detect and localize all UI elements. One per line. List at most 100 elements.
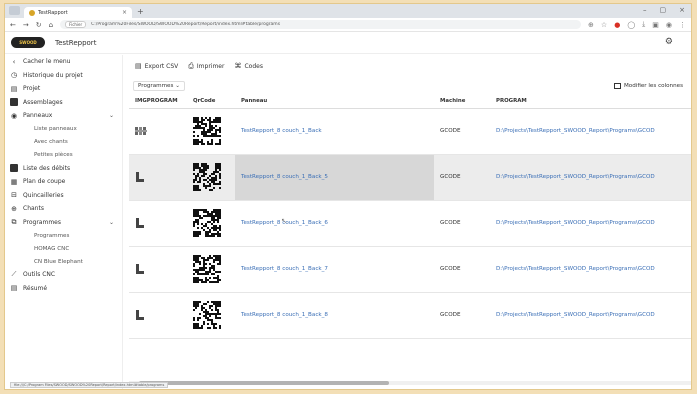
sidebar-item-plan-de-coupe[interactable]: ▦ Plan de coupe [5,175,122,189]
program-thumbnail [129,154,187,201]
sidebar-item-chants[interactable]: ⊕ Chants [5,202,122,216]
panel-cell[interactable]: TestRepport_8 couch_1_Back_5 [235,154,434,201]
panel-cell[interactable]: TestRepport_8 couch_1_Back_8 [235,292,434,339]
sidebar-item-programmes[interactable]: ⧉ Programmes ⌄ [5,216,122,230]
panel-cell[interactable]: TestRepport_8 couch_1_Back_6 [235,200,434,247]
new-tab-button[interactable]: + [137,7,144,16]
window-menu-button[interactable] [9,6,20,15]
forward-icon[interactable]: → [23,21,29,29]
machine-cell: GCODE [434,154,490,201]
history-icon: ◷ [10,71,18,80]
program-select[interactable]: Programmes ⌄ [133,81,185,91]
qr-code [187,108,235,155]
sync-icon[interactable]: ◯ [627,21,635,29]
tab-title: TestRapport [38,9,68,16]
sidebar-subitem-petites-pieces[interactable]: Petites pièces [5,149,122,162]
column-header-program[interactable]: PROGRAM [490,95,691,109]
panel-link[interactable]: TestRepport_8 couch_1_Back_8 [241,312,328,318]
more-icon[interactable]: ⋮ [679,21,686,29]
download-icon[interactable]: ⤓ [642,20,645,29]
sidebar-item-historique[interactable]: ◷ Historique du projet [5,69,122,83]
sidebar-subitem-homag-cnc[interactable]: HOMAG CNC [5,242,122,255]
program-path-link[interactable]: D:\Projects\TestRepport_SWOOD_Report\Pro… [496,312,655,318]
codes-icon: ⌘ [234,62,242,70]
chevron-down-icon: ⌄ [175,83,180,89]
column-header-qrcode[interactable]: QrCode [187,95,235,109]
chevron-down-icon: ⌄ [108,112,114,120]
url-field[interactable]: Fichier C:/Program%20Files/SWOOD/SWOOD%2… [60,20,582,29]
edges-icon: ⊕ [11,204,17,213]
panel-link[interactable]: TestRepport_8 couch_1_Back [241,128,322,134]
panel-cell[interactable]: TestRepport_8 couch_1_Back [235,108,434,155]
sidebar-item-label: Panneaux [23,112,53,120]
star-icon[interactable]: ☆ [601,21,607,29]
table-subbar: Programmes ⌄ Modifier les colonnes [129,77,691,95]
program-path-link[interactable]: D:\Projects\TestRepport_SWOOD_Report\Pro… [496,174,655,180]
program-cell: D:\Projects\TestRepport_SWOOD_Report\Pro… [490,108,691,155]
print-button[interactable]: ⎙ Imprimer [188,62,224,71]
program-path-link[interactable]: D:\Projects\TestRepport_SWOOD_Report\Pro… [496,266,655,272]
maximize-button[interactable]: ▢ [660,6,667,14]
table-header-row: IMGPROGRAM QrCode Panneau Machine PROGRA… [129,95,691,109]
sidebar-item-label: Programmes [23,218,61,226]
program-thumbnail [129,200,187,247]
table-row[interactable]: TestRepport_8 couch_1_Back_5 GCODE D:\Pr… [129,154,691,201]
extension-icon[interactable]: ● [614,21,620,29]
column-header-machine[interactable]: Machine [434,95,490,109]
csv-icon: ▤ [135,62,142,70]
sidebar-item-liste-debits[interactable]: Liste des débits [5,162,122,176]
hide-menu-button[interactable]: ‹ Cacher le menu [5,55,122,69]
program-path-link[interactable]: D:\Projects\TestRepport_SWOOD_Report\Pro… [496,128,655,134]
table-row[interactable]: TestRepport_8 couch_1_Back GCODE D:\Proj… [129,108,691,155]
sidebar-subitem-avec-chants[interactable]: Avec chants [5,136,122,149]
sidebar-item-outils-cnc[interactable]: ⟋ Outils CNC [5,268,122,282]
browser-tab[interactable]: TestRapport × [24,7,132,18]
program-select-value: Programmes [138,83,174,89]
panel-link[interactable]: TestRepport_8 couch_1_Back_5 [241,174,328,180]
qr-code [187,246,235,293]
codes-button[interactable]: ⌘ Codes [234,62,263,70]
profile-icon[interactable]: ◉ [666,21,672,29]
app-header: SWOOD TestRepport ⚙ [5,32,691,54]
home-icon[interactable]: ⌂ [49,21,53,29]
sidebar-item-projet[interactable]: ▤ Projet [5,82,122,96]
close-window-button[interactable]: × [679,6,685,14]
back-icon[interactable]: ← [10,21,16,29]
print-icon: ⎙ [188,61,194,70]
horizontal-scrollbar[interactable] [129,381,691,385]
tab-close-icon[interactable]: × [122,9,127,16]
table-row[interactable]: TestRepport_8 couch_1_Back_8 GCODE D:\Pr… [129,292,691,339]
sidebar-subitem-cn-blue-elephant[interactable]: CN Blue Elephant [5,255,122,268]
sidebar-item-label: Historique du projet [23,71,83,79]
sidebar-item-resume[interactable]: ▤ Résumé [5,282,122,296]
sidebar-subitem-programmes[interactable]: Programmes [5,229,122,242]
modify-columns-button[interactable]: Modifier les colonnes [613,83,683,89]
column-header-imgprogram[interactable]: IMGPROGRAM [129,95,187,109]
export-csv-label: Export CSV [144,62,179,70]
scrollbar-thumb[interactable] [139,381,389,385]
program-path-link[interactable]: D:\Projects\TestRepport_SWOOD_Report\Pro… [496,220,655,226]
collections-icon[interactable]: ▣ [652,21,659,29]
reload-icon[interactable]: ↻ [36,21,42,29]
browser-icons: ⊕ ☆ ● ◯ ⤓ ▣ ◉ ⋮ [588,20,686,29]
favicon-icon [29,9,35,16]
sidebar-item-label: Quincailleries [23,191,64,199]
print-label: Imprimer [196,62,225,70]
export-csv-button[interactable]: ▤ Export CSV [135,62,178,70]
programs-icon: ⧉ [11,217,17,226]
chevron-down-icon: ⌄ [108,218,114,226]
panel-cell[interactable]: TestRepport_8 couch_1_Back_7 [235,246,434,293]
sidebar-subitem-liste-panneaux[interactable]: Liste panneaux [5,123,122,136]
sidebar-item-panneaux[interactable]: ◉ Panneaux ⌄ [5,109,122,123]
column-header-panneau[interactable]: Panneau [235,95,434,109]
table-row[interactable]: TestRepport_8 couch_1_Back_7 GCODE D:\Pr… [129,246,691,293]
sidebar-item-quincailleries[interactable]: ⊟ Quincailleries [5,189,122,203]
sidebar-item-label: Chants [23,205,44,213]
panel-link[interactable]: TestRepport_8 couch_1_Back_7 [241,266,328,272]
address-bar: ← → ↻ ⌂ Fichier C:/Program%20Files/SWOOD… [5,18,691,32]
gear-icon[interactable]: ⚙ [665,37,673,47]
sidebar-item-assemblages[interactable]: Assemblages [5,96,122,110]
zoom-icon[interactable]: ⊕ [588,21,594,29]
table-row[interactable]: TestRepport_8 couch_1_Back_6 GCODE D:\Pr… [129,200,691,247]
minimize-button[interactable]: – [643,6,647,14]
